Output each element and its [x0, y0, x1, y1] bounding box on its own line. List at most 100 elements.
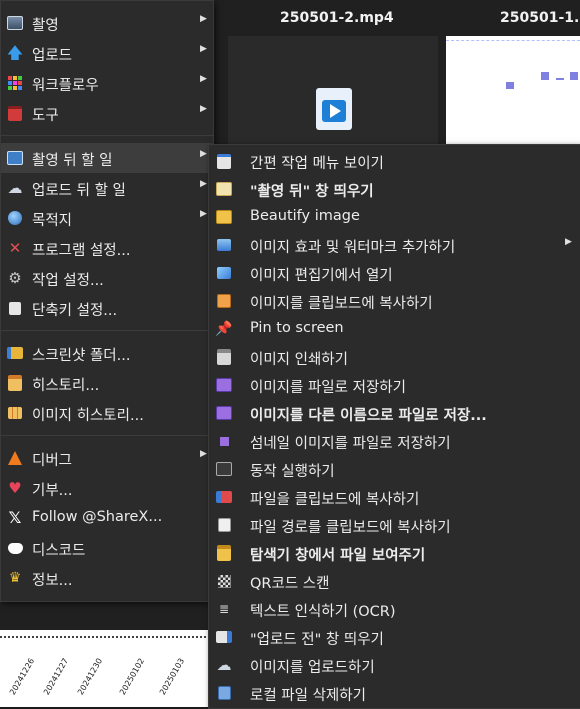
discord-icon — [7, 540, 23, 556]
explorer-icon — [216, 545, 232, 561]
submenu-item-label: 탐색기 창에서 파일 보여주기 — [250, 548, 426, 564]
print-icon — [216, 349, 232, 365]
submenu-item[interactable]: 📌 Pin to screen — [209, 315, 580, 343]
heart-icon: ♥ — [8, 479, 22, 497]
menu-item-workflows[interactable]: 워크플로우 ▶ — [1, 68, 213, 98]
after-capture-icon — [7, 150, 23, 166]
image-history-icon — [7, 405, 23, 421]
upload-icon: 🡅 — [6, 43, 24, 62]
submenu-item-label: 로컬 파일 삭제하기 — [250, 688, 366, 704]
submenu-item[interactable]: "촬영 뒤" 창 띄우기 — [209, 175, 580, 203]
menu-item-app-settings[interactable]: ✕ 프로그램 설정... — [1, 233, 213, 263]
copy-path-icon — [216, 517, 232, 533]
submenu-item-label: 이미지를 업로드하기 — [250, 660, 375, 676]
after-upload-icon: ☁ — [7, 179, 23, 197]
history-icon — [7, 375, 23, 391]
menu-separator — [1, 330, 213, 331]
chart-tick: 20241226 — [8, 656, 37, 697]
thumbnail-video[interactable] — [228, 36, 438, 156]
submenu-item-label: 파일을 클립보드에 복사하기 — [250, 492, 420, 508]
submenu-item-label: 이미지를 파일로 저장하기 — [250, 380, 406, 396]
submenu-item-label: Pin to screen — [250, 320, 344, 336]
capture-icon — [7, 15, 23, 31]
chevron-right-icon: ▶ — [200, 104, 207, 114]
crown-icon: ♛ — [8, 570, 22, 586]
thumbnail-image[interactable] — [446, 36, 580, 156]
menu-item-about[interactable]: ♛ 정보... — [1, 563, 213, 593]
chart-tick: 20250103 — [158, 656, 187, 697]
submenu-item[interactable]: 이미지를 파일로 저장하기 — [209, 371, 580, 399]
ocr-icon: ≣ — [218, 602, 230, 616]
menu-item-hotkey-settings[interactable]: 단축키 설정... — [1, 293, 213, 323]
save-icon — [216, 377, 232, 393]
menu-item-image-history[interactable]: 이미지 히스토리... — [1, 398, 213, 428]
menu-item-after-capture[interactable]: 촬영 뒤 할 일 ▶ — [1, 143, 213, 173]
submenu-item-label: Beautify image — [250, 208, 360, 224]
menu-item-tools[interactable]: 도구 ▶ — [1, 98, 213, 128]
pin-icon: 📌 — [215, 321, 233, 337]
submenu-item[interactable]: 이미지 편집기에서 열기 — [209, 259, 580, 287]
submenu-item[interactable]: ☁ 이미지를 업로드하기 — [209, 651, 580, 679]
x-icon: 𝕏 — [8, 508, 22, 527]
submenu-item[interactable]: 이미지를 다른 이름으로 파일로 저장... — [209, 399, 580, 427]
menu-item-capture[interactable]: 촬영 ▶ — [1, 8, 213, 38]
chart-tick: 20241230 — [76, 656, 105, 697]
submenu-item[interactable]: 이미지 인쇄하기 — [209, 343, 580, 371]
beautify-icon — [216, 209, 232, 225]
submenu-item-label: "촬영 뒤" 창 띄우기 — [250, 184, 374, 200]
thumbnail-title[interactable]: 250501-2.mp4 — [280, 10, 394, 26]
submenu-item[interactable]: 간편 작업 메뉴 보이기 — [209, 147, 580, 175]
submenu-item[interactable]: 동작 실행하기 — [209, 455, 580, 483]
submenu-item[interactable]: 이미지를 클립보드에 복사하기 — [209, 287, 580, 315]
submenu-item-label: 텍스트 인식하기 (OCR) — [250, 604, 396, 620]
save-as-icon — [216, 405, 232, 421]
submenu-item[interactable]: "업로드 전" 창 띄우기 — [209, 623, 580, 651]
menu-item-discord[interactable]: 디스코드 — [1, 533, 213, 563]
task-settings-icon: ⚙ — [8, 269, 22, 287]
submenu-item[interactable]: ≣ 텍스트 인식하기 (OCR) — [209, 595, 580, 623]
submenu-item[interactable]: QR코드 스캔 — [209, 567, 580, 595]
submenu-item[interactable]: 파일을 클립보드에 복사하기 — [209, 483, 580, 511]
after-capture-submenu: 간편 작업 메뉴 보이기 "촬영 뒤" 창 띄우기 Beautify image 이미… — [208, 144, 580, 709]
perform-actions-icon — [216, 461, 232, 477]
chevron-right-icon: ▶ — [200, 149, 207, 159]
save-thumbnail-icon — [216, 433, 232, 449]
menu-separator — [1, 135, 213, 136]
menu-item-history[interactable]: 히스토리... — [1, 368, 213, 398]
submenu-item[interactable]: 탐색기 창에서 파일 보여주기 — [209, 539, 580, 567]
submenu-item[interactable]: 로컬 파일 삭제하기 — [209, 679, 580, 707]
qr-icon — [216, 573, 232, 589]
submenu-item-label: 이미지 효과 및 워터마크 추가하기 — [250, 240, 456, 256]
submenu-item[interactable]: 섬네일 이미지를 파일로 저장하기 — [209, 427, 580, 455]
submenu-item-label: "업로드 전" 창 띄우기 — [250, 632, 384, 648]
submenu-item[interactable]: 이미지 효과 및 워터마크 추가하기 ▶ — [209, 231, 580, 259]
chevron-right-icon: ▶ — [200, 44, 207, 54]
quick-task-menu-icon — [216, 153, 232, 169]
submenu-item[interactable]: 파일 경로를 클립보드에 복사하기 — [209, 511, 580, 539]
chevron-right-icon: ▶ — [200, 14, 207, 24]
copy-image-icon — [216, 293, 232, 309]
chart-tick: 20241227 — [42, 656, 71, 697]
submenu-item-label: 이미지 인쇄하기 — [250, 352, 348, 368]
submenu-item-label: 동작 실행하기 — [250, 464, 335, 480]
chart-tick: 20250102 — [118, 656, 147, 697]
menu-item-donate[interactable]: ♥ 기부... — [1, 473, 213, 503]
menu-item-screenshots-folder[interactable]: 스크린샷 폴더... — [1, 338, 213, 368]
video-file-icon — [316, 88, 352, 130]
chevron-right-icon: ▶ — [200, 179, 207, 189]
menu-item-debug[interactable]: 디버그 ▶ — [1, 443, 213, 473]
menu-item-follow-x[interactable]: 𝕏 Follow @ShareX... — [1, 503, 213, 533]
menu-item-upload[interactable]: 🡅 업로드 ▶ — [1, 38, 213, 68]
upload-image-icon: ☁ — [216, 656, 232, 674]
menu-item-destinations[interactable]: 목적지 ▶ — [1, 203, 213, 233]
menu-separator — [1, 435, 213, 436]
menu-item-task-settings[interactable]: ⚙ 작업 설정... — [1, 263, 213, 293]
screenshots-folder-icon — [7, 345, 23, 361]
hotkey-settings-icon — [7, 300, 23, 316]
menu-item-after-upload[interactable]: ☁ 업로드 뒤 할 일 ▶ — [1, 173, 213, 203]
submenu-item[interactable]: Beautify image — [209, 203, 580, 231]
tools-icon — [7, 105, 23, 121]
image-effects-icon — [216, 237, 232, 253]
delete-file-icon — [216, 685, 232, 701]
thumbnail-title[interactable]: 250501-1.p — [500, 10, 580, 26]
